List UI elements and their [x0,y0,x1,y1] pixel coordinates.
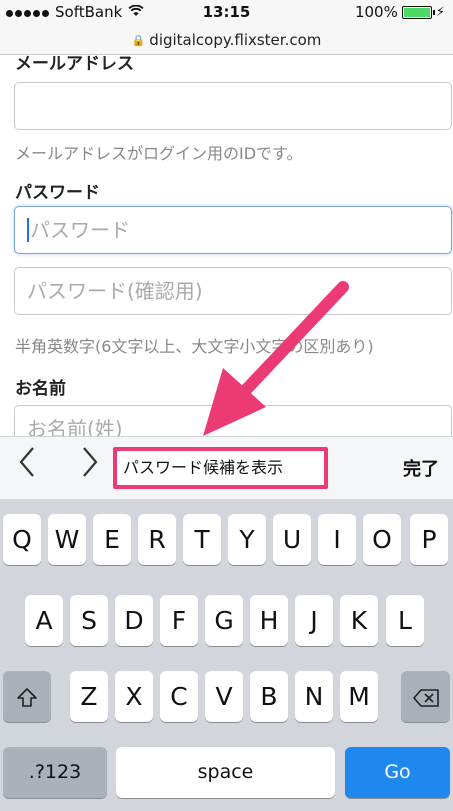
key-k[interactable]: K [340,595,378,646]
password-confirm-placeholder: パスワード(確認用) [27,279,203,303]
key-d[interactable]: D [115,595,153,646]
key-n[interactable]: N [295,671,333,722]
delete-key[interactable] [401,671,450,722]
registration-form: メールアドレス メールアドレスがログイン用のIDです。 パスワード パスワード … [0,55,453,436]
key-m[interactable]: M [340,671,378,722]
key-g[interactable]: G [205,595,243,646]
key-a[interactable]: A [25,595,63,646]
name-label: お名前 [15,379,66,399]
text-caret [27,217,29,242]
key-w[interactable]: W [48,514,86,565]
key-h[interactable]: H [250,595,288,646]
next-field-button[interactable] [80,445,100,488]
key-c[interactable]: C [160,671,198,722]
last-name-placeholder: お名前(姓) [27,417,123,436]
keyboard-accessory-bar: パスワード候補を表示 完了 [0,436,453,500]
last-name-field[interactable]: お名前(姓) [14,405,452,436]
charging-icon: ⚡ [435,4,445,20]
key-f[interactable]: F [160,595,198,646]
go-button[interactable]: Go [345,747,450,798]
key-o[interactable]: O [363,514,401,565]
url-text: digitalcopy.flixster.com [149,31,322,49]
password-placeholder: パスワード [30,218,130,242]
space-bar[interactable]: space [116,747,335,798]
status-bar: SoftBank 13:15 100% ⚡ [0,0,453,26]
email-label: メールアドレス [15,55,134,74]
key-j[interactable]: J [295,595,333,646]
address-bar[interactable]: 🔒 digitalcopy.flixster.com [0,26,453,55]
shift-icon [17,688,37,707]
key-b[interactable]: B [250,671,288,722]
backspace-icon [412,689,439,707]
key-q[interactable]: Q [3,514,41,565]
key-t[interactable]: T [183,514,221,565]
email-hint: メールアドレスがログイン用のIDです。 [15,144,303,163]
key-l[interactable]: L [386,595,424,646]
password-hint: 半角英数字(6文字以上、大文字小文字の区別あり) [15,337,374,356]
battery-percentage: 100% [354,3,398,21]
password-label: パスワード [15,183,100,203]
previous-field-button[interactable] [17,445,37,488]
key-v[interactable]: V [205,671,243,722]
email-field[interactable] [14,82,452,130]
password-confirm-field[interactable]: パスワード(確認用) [14,267,452,315]
numbers-key[interactable]: .?123 [3,747,107,798]
key-i[interactable]: I [318,514,356,565]
key-e[interactable]: E [93,514,131,565]
key-p[interactable]: P [410,514,448,565]
chevron-right-icon [83,447,98,477]
keyboard: Q W E R T Y U I O P A S D F G H J K L Z … [0,499,453,811]
lock-icon: 🔒 [131,33,146,47]
key-z[interactable]: Z [70,671,108,722]
key-y[interactable]: Y [228,514,266,565]
key-r[interactable]: R [138,514,176,565]
key-u[interactable]: U [273,514,311,565]
chevron-left-icon [19,447,34,477]
shift-key[interactable] [3,671,51,722]
suggest-password-button[interactable]: パスワード候補を表示 [113,447,328,489]
key-x[interactable]: X [115,671,153,722]
key-s[interactable]: S [70,595,108,646]
battery-icon [401,5,435,19]
password-field[interactable]: パスワード [14,206,452,254]
done-button[interactable]: 完了 [403,455,439,481]
